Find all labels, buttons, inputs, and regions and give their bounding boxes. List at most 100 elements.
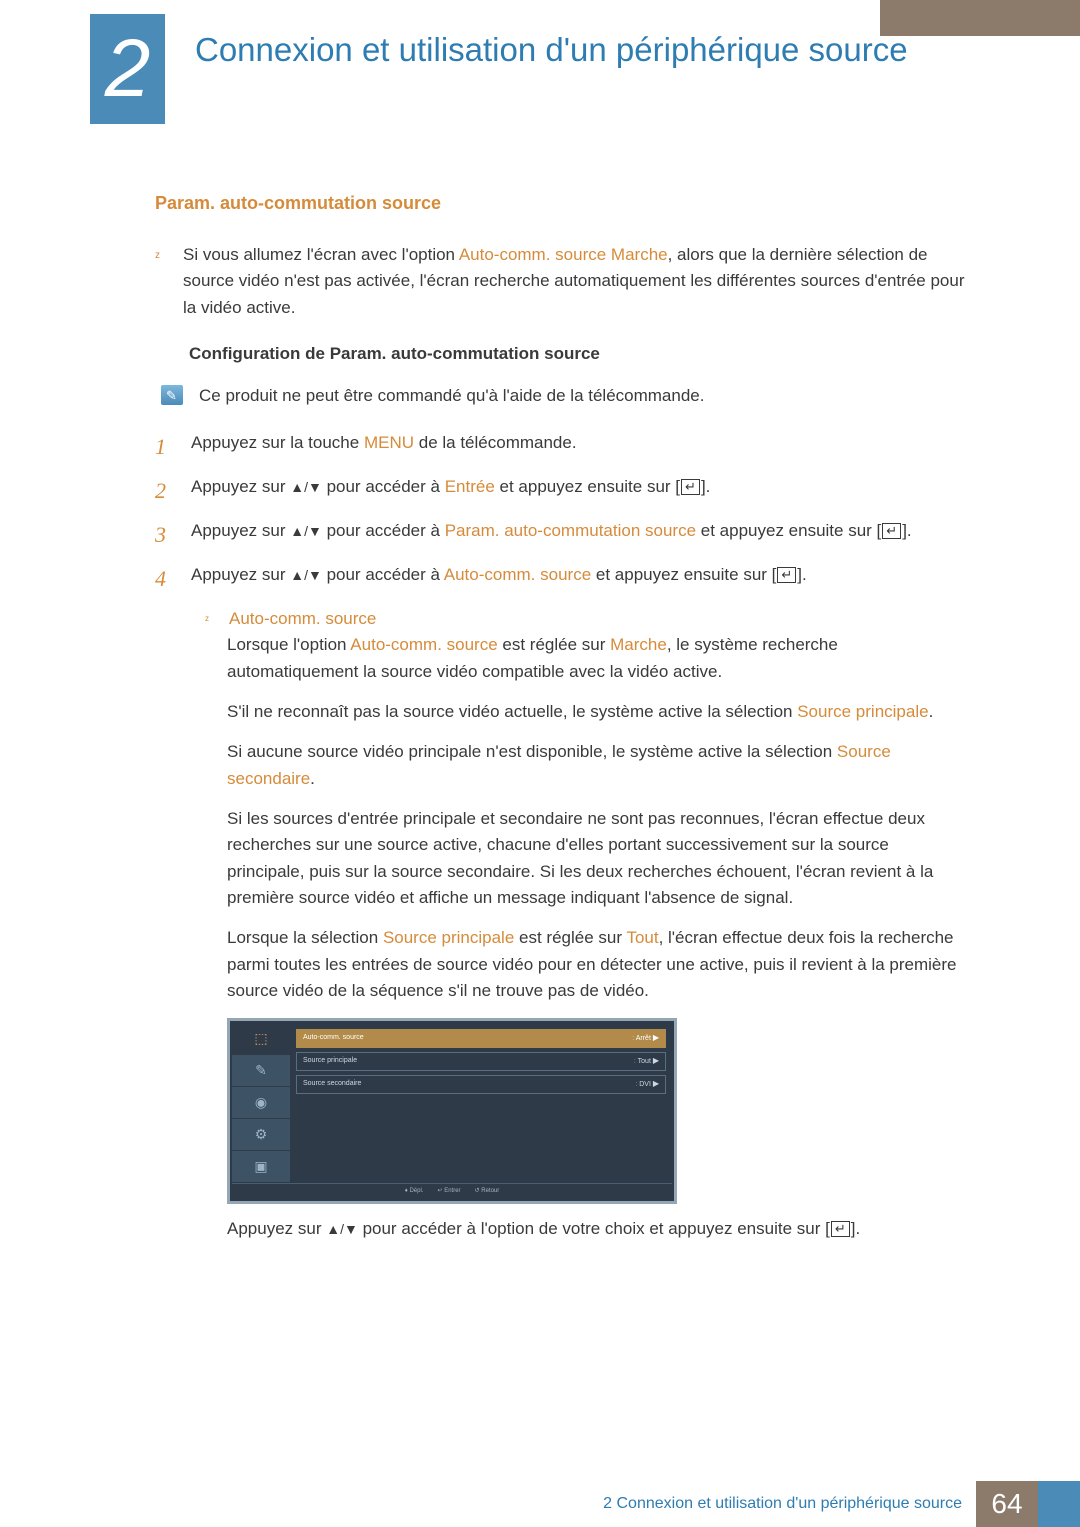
- osd-sep: :: [632, 1035, 634, 1042]
- note-text: Ce produit ne peut être commandé qu'à l'…: [199, 383, 704, 409]
- t3: ].: [851, 1219, 860, 1238]
- osd-row-auto-source: Auto-comm. source : Arrêt ▶: [296, 1029, 666, 1048]
- osd-tab-setup-icon: ⚙: [232, 1119, 290, 1151]
- t4: ].: [797, 565, 806, 584]
- t: Lorsque l'option: [227, 635, 350, 654]
- osd-hint-return: ↺ Retour: [475, 1187, 500, 1196]
- enter-icon: ↵: [882, 523, 901, 539]
- t-hl: MENU: [364, 433, 414, 452]
- sub-bullet: z Auto-comm. source: [205, 606, 970, 632]
- bullet-icon: z: [205, 613, 215, 632]
- section-heading: Param. auto-commutation source: [155, 190, 970, 218]
- chapter-number: 2: [105, 5, 151, 132]
- t: Lorsque la sélection: [227, 928, 383, 947]
- t2: pour accéder à: [322, 565, 444, 584]
- osd-sep: :: [635, 1081, 637, 1088]
- t: Dépl.: [409, 1188, 423, 1194]
- t-hl: Source principale: [383, 928, 514, 947]
- step-3: 3 Appuyez sur ▲/▼ pour accéder à Param. …: [155, 518, 970, 552]
- osd-tab-input-icon: ⬚: [232, 1023, 290, 1055]
- osd-label: Source principale: [303, 1056, 357, 1067]
- t-hl: Param. auto-commutation source: [445, 521, 696, 540]
- step-number: 2: [155, 474, 173, 508]
- footer-page-number: 64: [976, 1481, 1038, 1527]
- step-number: 4: [155, 562, 173, 596]
- osd-value: DVI: [639, 1081, 651, 1088]
- t: Entrer: [444, 1188, 460, 1194]
- after-menu-text: Appuyez sur ▲/▼ pour accéder à l'option …: [227, 1216, 970, 1242]
- chapter-title: Connexion et utilisation d'un périphériq…: [195, 30, 955, 70]
- step-text: Appuyez sur la touche MENU de la télécom…: [191, 430, 577, 464]
- t2: est réglée sur: [514, 928, 626, 947]
- step-number: 1: [155, 430, 173, 464]
- t: Appuyez sur la touche: [191, 433, 364, 452]
- arrow-icon: ▲/▼: [326, 1221, 358, 1237]
- chevron-right-icon: ▶: [653, 1079, 659, 1088]
- page-content: Param. auto-commutation source z Si vous…: [155, 190, 970, 1242]
- t2: pour accéder à l'option de votre choix e…: [358, 1219, 830, 1238]
- step-text: Appuyez sur ▲/▼ pour accéder à Auto-comm…: [191, 562, 807, 596]
- sub-p5: Lorsque la sélection Source principale e…: [227, 925, 967, 1004]
- osd-tab-multi-icon: ▣: [232, 1151, 290, 1183]
- step-1: 1 Appuyez sur la touche MENU de la téléc…: [155, 430, 970, 464]
- osd-sidebar: ⬚ ✎ ◉ ⚙ ▣: [232, 1023, 290, 1183]
- osd-hint-enter: ↵ Entrer: [437, 1187, 460, 1196]
- osd-hint-move: ♦ Dépl.: [405, 1187, 424, 1196]
- enter-icon: ↵: [777, 567, 796, 583]
- osd-label: Auto-comm. source: [303, 1033, 364, 1044]
- osd-tab-picture-icon: ✎: [232, 1055, 290, 1087]
- footer-decor: [1038, 1481, 1080, 1527]
- step-4: 4 Appuyez sur ▲/▼ pour accéder à Auto-co…: [155, 562, 970, 596]
- t-hl: Auto-comm. source: [444, 565, 591, 584]
- t2: pour accéder à: [322, 477, 445, 496]
- t2: est réglée sur: [498, 635, 610, 654]
- chevron-right-icon: ▶: [653, 1033, 659, 1042]
- t: S'il ne reconnaît pas la source vidéo ac…: [227, 702, 797, 721]
- intro-pre: Si vous allumez l'écran avec l'option: [183, 245, 459, 264]
- intro-bullet: z Si vous allumez l'écran avec l'option …: [155, 242, 970, 321]
- t4: ].: [701, 477, 710, 496]
- t: Appuyez sur: [227, 1219, 326, 1238]
- t4: ].: [902, 521, 911, 540]
- t: Retour: [481, 1188, 499, 1194]
- chapter-number-box: 2: [90, 14, 165, 124]
- osd-value: Tout: [638, 1058, 651, 1065]
- sub-p1: Lorsque l'option Auto-comm. source est r…: [227, 632, 967, 685]
- osd-row-secondary-source: Source secondaire : DVI ▶: [296, 1075, 666, 1094]
- t: Appuyez sur: [191, 521, 290, 540]
- t2: .: [929, 702, 934, 721]
- t-hl: Entrée: [445, 477, 495, 496]
- sub-p4: Si les sources d'entrée principale et se…: [227, 806, 967, 911]
- t-hl: Source principale: [797, 702, 928, 721]
- t3: et appuyez ensuite sur [: [495, 477, 680, 496]
- t: Appuyez sur: [191, 477, 290, 496]
- enter-icon: ↵: [681, 479, 700, 495]
- t3: et appuyez ensuite sur [: [696, 521, 881, 540]
- page-footer: 2 Connexion et utilisation d'un périphér…: [0, 1481, 1080, 1527]
- t-hl2: Tout: [626, 928, 658, 947]
- osd-menu-screenshot: ⬚ ✎ ◉ ⚙ ▣ Auto-comm. source : Arrêt ▶ So…: [227, 1018, 677, 1203]
- arrow-icon: ▲/▼: [290, 567, 322, 583]
- osd-row-primary-source: Source principale : Tout ▶: [296, 1052, 666, 1071]
- step-text: Appuyez sur ▲/▼ pour accéder à Entrée et…: [191, 474, 710, 508]
- t: Appuyez sur: [191, 565, 290, 584]
- chevron-right-icon: ▶: [653, 1056, 659, 1065]
- bullet-icon: z: [155, 248, 165, 321]
- t: Si aucune source vidéo principale n'est …: [227, 742, 837, 761]
- t2: de la télécommande.: [414, 433, 577, 452]
- config-subheading: Configuration de Param. auto-commutation…: [189, 341, 970, 367]
- step-text: Appuyez sur ▲/▼ pour accéder à Param. au…: [191, 518, 912, 552]
- sub-content: Lorsque l'option Auto-comm. source est r…: [227, 632, 967, 1004]
- osd-sep: :: [634, 1058, 636, 1065]
- sub-p2: S'il ne reconnaît pas la source vidéo ac…: [227, 699, 967, 725]
- osd-label: Source secondaire: [303, 1079, 361, 1090]
- t2: pour accéder à: [322, 521, 445, 540]
- t-hl: Auto-comm. source: [350, 635, 497, 654]
- sub-bullet-title: Auto-comm. source: [229, 606, 376, 632]
- note-row: Ce produit ne peut être commandé qu'à l'…: [161, 383, 970, 409]
- osd-main: Auto-comm. source : Arrêt ▶ Source princ…: [290, 1023, 672, 1183]
- osd-footer: ♦ Dépl. ↵ Entrer ↺ Retour: [232, 1183, 672, 1198]
- arrow-icon: ▲/▼: [290, 479, 322, 495]
- osd-value: Arrêt: [636, 1035, 651, 1042]
- t3: et appuyez ensuite sur [: [591, 565, 776, 584]
